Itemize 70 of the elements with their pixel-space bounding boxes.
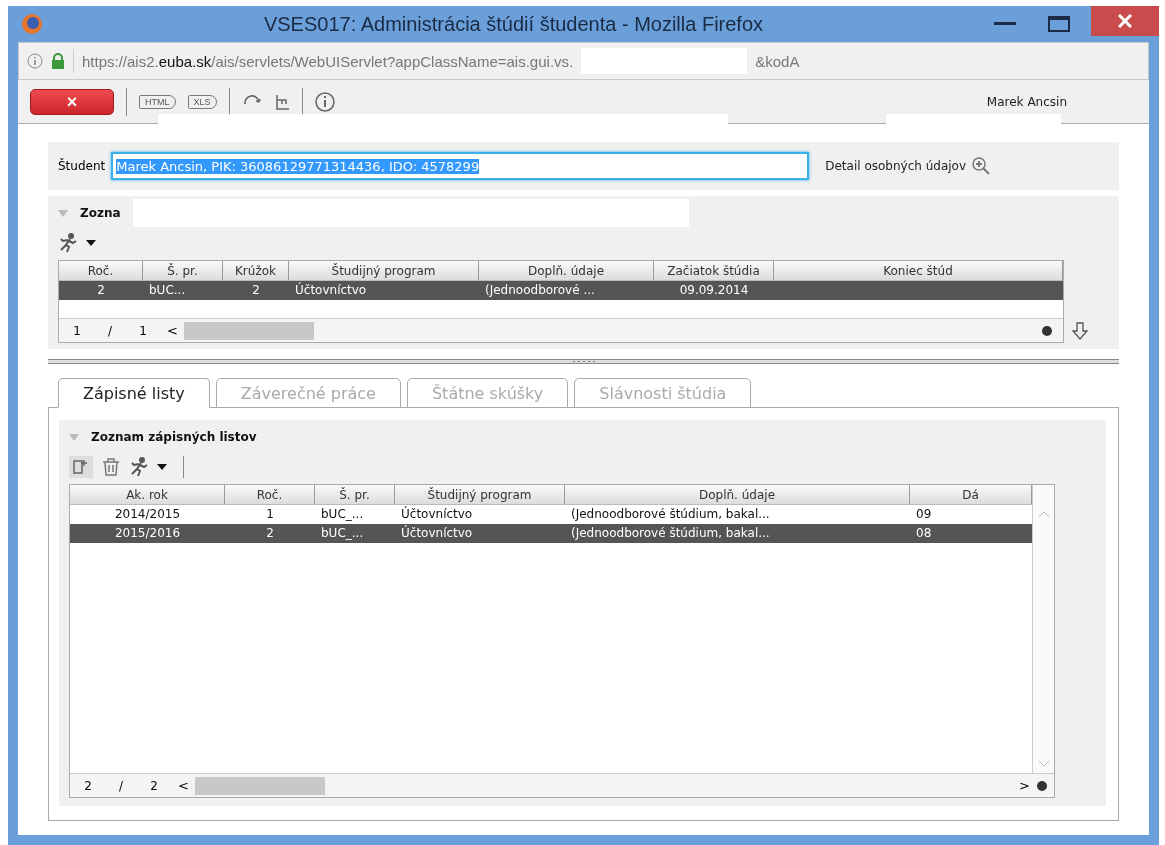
scroll-right-button[interactable]: > bbox=[1013, 778, 1036, 793]
splitter-handle[interactable] bbox=[48, 359, 1119, 364]
download-arrow-icon[interactable] bbox=[1072, 322, 1088, 340]
table-cell[interactable]: (Jednoodborové štúdium, bakal... bbox=[565, 524, 910, 543]
info-icon bbox=[27, 53, 43, 69]
table-cell[interactable]: Účtovníctvo bbox=[395, 524, 565, 543]
column-header[interactable]: Doplň. údaje bbox=[565, 485, 910, 505]
grip-dots-icon bbox=[571, 360, 596, 363]
page-number: 1 bbox=[72, 323, 82, 338]
url-text: https://ais2.euba.sk/ais/servlets/WebUIServlet?appClassName=ais.gui.vs. bbox=[82, 52, 574, 70]
section-title: Zoznam zápisných listov bbox=[91, 430, 257, 444]
column-header[interactable]: Krúžok bbox=[223, 261, 289, 281]
gear-icon[interactable] bbox=[1041, 324, 1053, 337]
column-header[interactable]: Roč. bbox=[59, 261, 143, 281]
minimize-icon bbox=[994, 22, 1016, 26]
info-icon[interactable] bbox=[314, 91, 335, 112]
caret-icon bbox=[157, 464, 167, 470]
user-name: Marek Ancsin bbox=[986, 94, 1067, 109]
url-text: &kodA bbox=[755, 52, 800, 70]
table-cell[interactable]: 2 bbox=[223, 281, 289, 300]
table-cell[interactable]: (Jednoodborové ... bbox=[479, 281, 654, 300]
page-number: 2 bbox=[83, 778, 93, 793]
student-label: Študent bbox=[58, 159, 106, 173]
table-cell[interactable]: 09.09.2014 bbox=[654, 281, 774, 300]
close-icon bbox=[1118, 14, 1132, 28]
scroll-left-button[interactable]: < bbox=[172, 778, 195, 793]
trash-icon[interactable] bbox=[101, 457, 121, 477]
detail-link[interactable]: Detail osobných údajov bbox=[825, 159, 967, 173]
gear-icon[interactable] bbox=[1036, 779, 1048, 792]
tab[interactable]: Zápisné listy bbox=[58, 378, 210, 408]
scroll-left-button[interactable]: < bbox=[161, 323, 184, 338]
table-cell[interactable] bbox=[774, 281, 1063, 300]
table-cell[interactable]: 08 bbox=[910, 524, 1032, 543]
scrollbar-thumb[interactable] bbox=[183, 321, 314, 340]
page-separator: / bbox=[117, 778, 124, 793]
column-header[interactable]: Š. pr. bbox=[315, 485, 395, 505]
maximize-icon bbox=[1048, 16, 1070, 32]
table-cell[interactable]: 2015/2016 bbox=[70, 524, 225, 543]
table-cell[interactable]: 2 bbox=[225, 524, 315, 543]
table-cell[interactable]: 2 bbox=[59, 281, 143, 300]
close-button[interactable]: × bbox=[30, 88, 114, 115]
new-document-icon[interactable] bbox=[69, 456, 93, 478]
running-figure-icon[interactable] bbox=[129, 457, 149, 477]
table-cell[interactable]: bUC_... bbox=[315, 524, 395, 543]
window-title: VSES017: Administrácia štúdií študenta - Mozilla Firefox bbox=[262, 12, 765, 36]
column-header[interactable]: Roč. bbox=[225, 485, 315, 505]
caret-icon bbox=[86, 240, 96, 246]
column-header[interactable]: Začiatok štúdia bbox=[654, 261, 774, 281]
column-header[interactable]: Ak. rok bbox=[70, 485, 225, 505]
column-header[interactable]: Študijný program bbox=[395, 485, 565, 505]
column-header[interactable]: Doplň. údaje bbox=[479, 261, 654, 281]
column-header[interactable]: Š. pr. bbox=[143, 261, 223, 281]
section-title: Zozna bbox=[80, 206, 121, 220]
collapse-triangle-icon bbox=[69, 433, 79, 441]
close-window-button[interactable] bbox=[1091, 6, 1159, 36]
running-figure-icon[interactable] bbox=[58, 233, 78, 253]
table-cell[interactable]: bUC... bbox=[143, 281, 223, 300]
hierarchy-icon[interactable] bbox=[273, 93, 290, 110]
column-header[interactable]: Koniec štúd bbox=[774, 261, 1063, 281]
padlock-icon bbox=[51, 53, 65, 69]
page-count: 1 bbox=[138, 323, 148, 338]
page-separator: / bbox=[106, 323, 113, 338]
zoom-in-icon[interactable] bbox=[972, 157, 991, 175]
table-cell[interactable]: Účtovníctvo bbox=[289, 281, 479, 300]
collapse-triangle-icon bbox=[58, 209, 68, 217]
page-count: 2 bbox=[149, 778, 159, 793]
column-header[interactable]: Študijný program bbox=[289, 261, 479, 281]
firefox-logo-icon bbox=[20, 12, 44, 36]
scrollbar-thumb[interactable] bbox=[194, 776, 325, 795]
column-header[interactable]: Dá bbox=[910, 485, 1032, 505]
